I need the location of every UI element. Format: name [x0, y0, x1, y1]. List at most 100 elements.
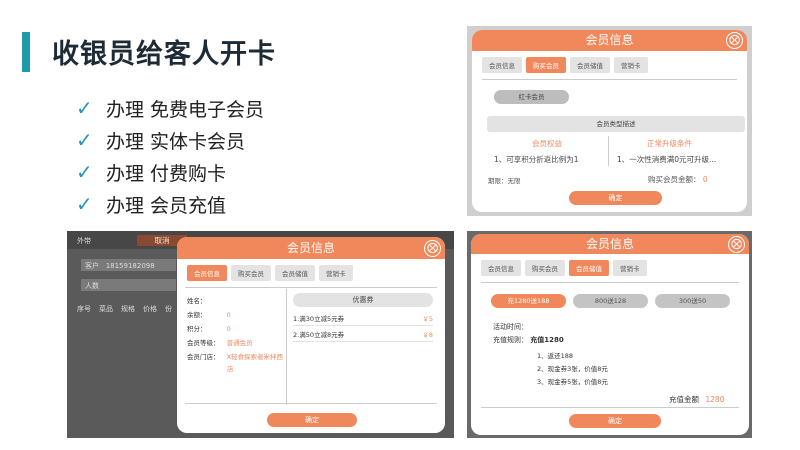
recharge-option[interactable]: 充1280送188: [491, 294, 566, 308]
balance-value: 0: [226, 311, 231, 319]
title-accent-bar: [22, 32, 30, 72]
bullet-item: ✓ 办理 付费购卡: [76, 156, 264, 188]
recharge-option[interactable]: 800送128: [573, 294, 648, 308]
amount-row: 充值金额 1280: [669, 394, 724, 405]
upgrade-text: 1、一次性消费满0元可升级...: [617, 155, 717, 164]
level-label: 会员等级：: [187, 339, 220, 347]
info-points: 积分： 0: [187, 323, 231, 333]
rule-value: 充值1280: [530, 336, 564, 344]
rule-item: 2、现金券3张，价值8元: [537, 365, 608, 373]
period-text: 期限：无限: [488, 177, 521, 185]
tab-member-deposit[interactable]: 会员储值: [570, 57, 610, 73]
dialog-title: 会员信息: [286, 241, 335, 255]
bullet-item: ✓ 办理 实体卡会员: [76, 124, 264, 156]
member-dialog: 会员信息 ⨂ 会员信息 购买会员 会员储值 营销卡 红卡会员 会员类型描述 会员…: [472, 30, 747, 212]
divider: [481, 407, 739, 408]
bullet-item: ✓ 办理 免费电子会员: [76, 92, 264, 124]
tab-member-deposit[interactable]: 会员储值: [569, 260, 609, 276]
member-dialog: 会员信息 ⨂ 会员信息 购买会员 会员储值 营销卡 姓名： 余额： 0 积分： …: [177, 237, 445, 433]
tab-member-info[interactable]: 会员信息: [482, 57, 522, 73]
bullet-text: 办理 会员充值: [106, 194, 227, 217]
bg-people-label: 人数: [85, 282, 99, 290]
divider: [481, 282, 739, 283]
tab-buy-member[interactable]: 购买会员: [525, 260, 565, 276]
bullet-text: 办理 实体卡会员: [106, 130, 246, 153]
bullet-text: 办理 付费购卡: [106, 162, 227, 185]
tab-member-info[interactable]: 会员信息: [481, 260, 521, 276]
tab-bar: 会员信息 购买会员 会员储值 营销卡: [177, 259, 445, 287]
divider: [185, 403, 437, 404]
tab-buy-member[interactable]: 购买会员: [526, 57, 566, 73]
check-icon: ✓: [76, 160, 93, 184]
member-dialog: 会员信息 ⨂ 会员信息 购买会员 会员储值 营销卡 充1280送188 800送…: [471, 234, 749, 435]
points-value: 0: [226, 325, 231, 333]
rule-item: 3、现金券5张，价值8元: [537, 378, 608, 386]
bg-col-header: 序号: [77, 305, 91, 313]
confirm-button[interactable]: 确定: [569, 191, 662, 205]
dialog-title: 会员信息: [585, 33, 634, 47]
red-card-button[interactable]: 红卡会员: [494, 90, 569, 104]
dialog-title: 会员信息: [585, 237, 634, 251]
recharge-option[interactable]: 300送50: [655, 294, 730, 308]
info-name: 姓名：: [187, 297, 207, 305]
coupon-amount: ￥5: [422, 315, 433, 323]
tab-buy-member[interactable]: 购买会员: [231, 265, 271, 281]
coupon-row[interactable]: 2.满50立减8元券 ￥8: [293, 329, 433, 342]
bg-col-header: 份: [165, 305, 172, 313]
tab-bar: 会员信息 购买会员 会员储值 营销卡: [471, 254, 749, 282]
amount-label-text: 购买会员金额：: [648, 175, 701, 184]
amount-value: 1280: [705, 395, 725, 404]
bg-table-headers: 序号 菜品 规格 价格 份: [77, 304, 172, 314]
divider: [482, 79, 737, 80]
check-icon: ✓: [76, 128, 93, 152]
info-balance: 余额： 0: [187, 309, 231, 319]
amount-value: 0: [702, 175, 708, 184]
tab-marketing-card[interactable]: 营销卡: [614, 57, 648, 73]
store-value: X轻食探索者米拌西: [226, 353, 284, 361]
slide-title: 收银员给客人开卡: [52, 39, 276, 70]
column-divider: [608, 136, 609, 166]
store-label: 会员门店：: [187, 353, 220, 361]
bullet-item: ✓ 办理 会员充值: [76, 188, 264, 220]
screenshot-buy-card: 会员信息 ⨂ 会员信息 购买会员 会员储值 营销卡 红卡会员 会员类型描述 会员…: [467, 26, 752, 216]
activity-time: 活动时间：: [493, 323, 528, 331]
amount-label: 购买会员金额： 0: [648, 174, 708, 185]
points-label: 积分：: [187, 325, 207, 333]
customer-phone: 18159182098: [105, 262, 155, 270]
tab-marketing-card[interactable]: 营销卡: [319, 265, 353, 281]
bg-customer-label: 客户 18159182098: [85, 261, 155, 271]
close-icon[interactable]: ⨂: [424, 240, 441, 257]
tab-marketing-card[interactable]: 营销卡: [613, 260, 647, 276]
coupon-row[interactable]: 1.满30立减5元券 ￥5: [293, 313, 433, 326]
balance-label: 余额：: [187, 311, 207, 319]
info-store: 会员门店： X轻食探索者米拌西: [187, 351, 283, 361]
column-divider: [286, 289, 287, 405]
check-icon: ✓: [76, 192, 93, 216]
tab-member-deposit[interactable]: 会员储值: [275, 265, 315, 281]
level-value: 普通会员: [226, 339, 253, 347]
close-icon[interactable]: ⨂: [728, 236, 745, 253]
rule-item: 1、返还188: [537, 352, 574, 360]
info-level: 会员等级： 普通会员: [187, 337, 253, 347]
rule-row: 充值规则： 充值1280: [493, 335, 564, 345]
customer-label: 客户: [85, 262, 99, 270]
tab-member-info[interactable]: 会员信息: [187, 265, 227, 281]
bullet-list: ✓ 办理 免费电子会员 ✓ 办理 实体卡会员 ✓ 办理 付费购卡 ✓ 办理 会员…: [76, 92, 264, 220]
dialog-header: 会员信息 ⨂: [177, 237, 445, 259]
coupon-amount: ￥8: [422, 331, 433, 339]
dialog-header: 会员信息 ⨂: [472, 30, 747, 51]
benefits-title: 会员权益: [532, 139, 562, 148]
bullet-text: 办理 免费电子会员: [106, 98, 265, 121]
screenshot-member-info: 外带 取消 客户 18159182098 人数 序号 菜品 规格 价格 份 会员…: [67, 231, 454, 438]
confirm-button[interactable]: 确定: [267, 413, 357, 427]
divider: [185, 287, 437, 288]
store-value-cont: 店: [227, 365, 234, 373]
bg-outside-label: 外带: [77, 237, 91, 245]
rule-label: 充值规则：: [493, 336, 528, 344]
confirm-button[interactable]: 确定: [569, 414, 661, 428]
upgrade-title: 正常升级条件: [647, 139, 692, 148]
close-icon[interactable]: ⨂: [726, 32, 743, 49]
benefits-text: 1、可享积分折返比例为1: [494, 155, 579, 164]
tab-bar: 会员信息 购买会员 会员储值 营销卡: [472, 51, 747, 79]
coupon-title: 优惠券: [293, 293, 433, 307]
